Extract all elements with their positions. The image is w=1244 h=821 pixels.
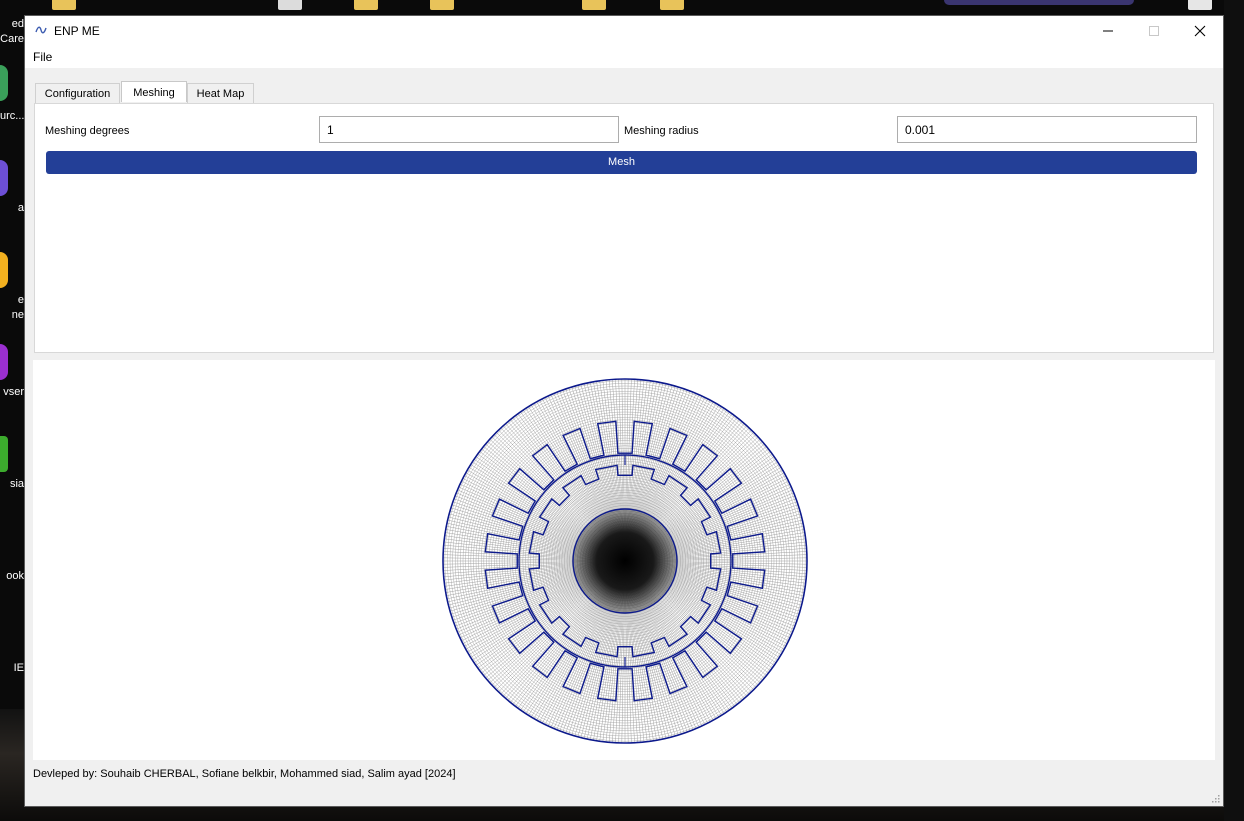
tab-configuration[interactable]: Configuration xyxy=(35,83,120,103)
desktop-icon-label[interactable]: ed Care xyxy=(0,17,24,47)
desktop-app-icon[interactable] xyxy=(0,344,8,380)
resize-grip-icon[interactable] xyxy=(1210,793,1220,803)
desktop-icon-label[interactable]: ook xyxy=(0,569,24,584)
app-window: ENP ME File Configuration Meshing Heat M… xyxy=(24,15,1224,807)
minimize-icon xyxy=(1103,30,1113,32)
close-icon xyxy=(1194,25,1206,37)
desktop-folder-icon[interactable] xyxy=(582,0,606,10)
window-title: ENP ME xyxy=(54,24,100,38)
app-logo-icon xyxy=(35,26,47,34)
developer-credits: Devleped by: Souhaib CHERBAL, Sofiane be… xyxy=(33,768,456,780)
mesh-plot-canvas xyxy=(442,378,808,744)
desktop-folder-icon[interactable] xyxy=(52,0,76,10)
desktop-folder-icon[interactable] xyxy=(430,0,454,10)
close-button[interactable] xyxy=(1177,16,1223,46)
mesh-plot[interactable] xyxy=(33,360,1215,760)
menu-file[interactable]: File xyxy=(33,50,52,64)
desktop-widget xyxy=(944,0,1134,5)
desktop-wallpaper-edge xyxy=(1224,0,1244,821)
desktop-icon-label[interactable]: IE xyxy=(0,661,24,676)
tab-meshing[interactable]: Meshing xyxy=(121,81,187,102)
desktop-icons: edCare urc... a ene vser sia ook IE ket.… xyxy=(0,0,24,821)
desktop-app-icon[interactable] xyxy=(0,436,8,472)
desktop-file-icon[interactable] xyxy=(1188,0,1212,10)
meshing-radius-label: Meshing radius xyxy=(624,125,699,137)
desktop-folder-icon[interactable] xyxy=(354,0,378,10)
desktop-icon-label[interactable]: e ne xyxy=(0,293,24,323)
desktop-icon-label[interactable]: sia xyxy=(0,477,24,492)
title-bar[interactable]: ENP ME xyxy=(25,16,1223,46)
meshing-panel: Meshing degrees Meshing radius Mesh xyxy=(34,103,1214,353)
desktop-folder-icon[interactable] xyxy=(660,0,684,10)
desktop-app-icon[interactable] xyxy=(0,252,8,288)
desktop-icon-label[interactable]: urc... xyxy=(0,109,24,124)
mesh-button[interactable]: Mesh xyxy=(46,151,1197,174)
desktop-icon-label[interactable]: vser xyxy=(0,385,24,400)
meshing-degrees-label: Meshing degrees xyxy=(45,125,130,137)
tab-heat-map[interactable]: Heat Map xyxy=(187,83,254,103)
desktop-file-icon[interactable] xyxy=(278,0,302,10)
menu-bar: File xyxy=(25,46,1223,68)
maximize-button[interactable] xyxy=(1131,16,1177,46)
desktop-app-icon[interactable] xyxy=(0,160,8,196)
minimize-button[interactable] xyxy=(1085,16,1131,46)
desktop-icon-label[interactable]: a xyxy=(0,201,24,216)
maximize-icon xyxy=(1149,26,1159,36)
desktop-app-icon[interactable] xyxy=(0,65,8,101)
meshing-degrees-input[interactable] xyxy=(319,116,619,143)
meshing-radius-input[interactable] xyxy=(897,116,1197,143)
